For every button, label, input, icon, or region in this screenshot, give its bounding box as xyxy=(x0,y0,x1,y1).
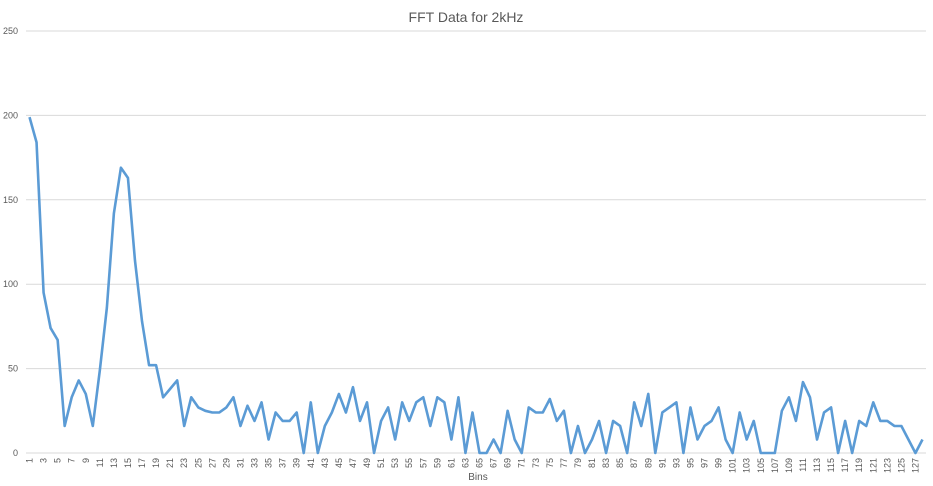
x-tick-label: 45 xyxy=(334,458,344,468)
x-tick-label: 95 xyxy=(685,458,695,468)
x-tick-label: 125 xyxy=(896,458,906,473)
x-tick-label: 33 xyxy=(250,458,260,468)
x-tick-label: 69 xyxy=(503,458,513,468)
y-tick-label: 200 xyxy=(3,110,18,120)
x-tick-label: 81 xyxy=(587,458,597,468)
x-tick-label: 47 xyxy=(348,458,358,468)
y-tick-label: 50 xyxy=(8,364,18,374)
x-tick-label: 65 xyxy=(475,458,485,468)
x-tick-label: 101 xyxy=(728,458,738,473)
x-tick-label: 97 xyxy=(700,458,710,468)
x-tick-label: 9 xyxy=(81,458,91,463)
x-tick-label: 121 xyxy=(868,458,878,473)
x-tick-label: 87 xyxy=(629,458,639,468)
x-tick-label: 111 xyxy=(798,458,808,472)
x-tick-label: 43 xyxy=(320,458,330,468)
x-tick-label: 73 xyxy=(531,458,541,468)
x-tick-label: 15 xyxy=(123,458,133,468)
y-tick-label: 250 xyxy=(3,26,18,36)
y-axis-ticks: 0 50 100 150 200 250 xyxy=(3,26,18,458)
x-tick-label: 55 xyxy=(404,458,414,468)
x-tick-label: 115 xyxy=(826,458,836,472)
x-tick-label: 57 xyxy=(418,458,428,468)
x-tick-label: 29 xyxy=(221,458,231,468)
x-tick-label: 79 xyxy=(573,458,583,468)
x-tick-label: 77 xyxy=(559,458,569,468)
x-tick-label: 25 xyxy=(193,458,203,468)
x-tick-label: 127 xyxy=(910,458,920,473)
x-axis-title: Bins xyxy=(468,472,487,483)
x-tick-label: 117 xyxy=(840,458,850,472)
x-tick-label: 17 xyxy=(137,458,147,468)
x-tick-label: 11 xyxy=(95,458,105,467)
x-tick-label: 53 xyxy=(390,458,400,468)
x-tick-label: 13 xyxy=(109,458,119,468)
x-tick-label: 99 xyxy=(714,458,724,468)
x-tick-label: 123 xyxy=(882,458,892,473)
x-tick-label: 51 xyxy=(376,458,386,468)
x-tick-label: 91 xyxy=(657,458,667,468)
x-tick-label: 75 xyxy=(545,458,555,468)
x-tick-label: 89 xyxy=(643,458,653,468)
x-tick-label: 83 xyxy=(601,458,611,468)
x-tick-label: 1 xyxy=(25,458,35,463)
y-tick-label: 150 xyxy=(3,195,18,205)
x-tick-label: 59 xyxy=(432,458,442,468)
x-tick-label: 71 xyxy=(517,458,527,468)
x-tick-label: 105 xyxy=(756,458,766,473)
x-tick-label: 37 xyxy=(278,458,288,468)
y-tick-label: 0 xyxy=(13,448,18,458)
x-tick-label: 5 xyxy=(53,458,63,463)
x-tick-label: 93 xyxy=(671,458,681,468)
x-tick-label: 119 xyxy=(854,458,864,472)
x-tick-label: 3 xyxy=(39,458,49,463)
x-tick-label: 21 xyxy=(165,458,175,468)
x-tick-label: 67 xyxy=(489,458,499,468)
x-axis-ticks: 1 3 5 7 9 11 13 15 17 19 21 23 25 27 29 31 33 35 37 39 41 43 4… xyxy=(25,458,921,473)
x-tick-label: 109 xyxy=(784,458,794,473)
x-tick-label: 49 xyxy=(362,458,372,468)
chart-title: FFT Data for 2kHz xyxy=(409,9,524,25)
x-tick-label: 61 xyxy=(446,458,456,468)
x-tick-label: 31 xyxy=(235,458,245,468)
x-tick-label: 35 xyxy=(264,458,274,468)
x-tick-label: 7 xyxy=(67,458,77,463)
y-tick-label: 100 xyxy=(3,279,18,289)
x-tick-label: 107 xyxy=(770,458,780,473)
x-tick-label: 63 xyxy=(460,458,470,468)
fft-line-chart: FFT Data for 2kHz 050100150200250 135791… xyxy=(3,9,926,483)
series-line xyxy=(28,116,924,455)
x-tick-label: 27 xyxy=(207,458,217,468)
x-tick-label: 103 xyxy=(742,458,752,473)
x-tick-label: 113 xyxy=(812,458,822,472)
x-tick-label: 19 xyxy=(151,458,161,468)
x-tick-label: 23 xyxy=(179,458,189,468)
x-tick-label: 41 xyxy=(306,458,316,468)
x-tick-label: 85 xyxy=(615,458,625,468)
x-tick-label: 39 xyxy=(292,458,302,468)
